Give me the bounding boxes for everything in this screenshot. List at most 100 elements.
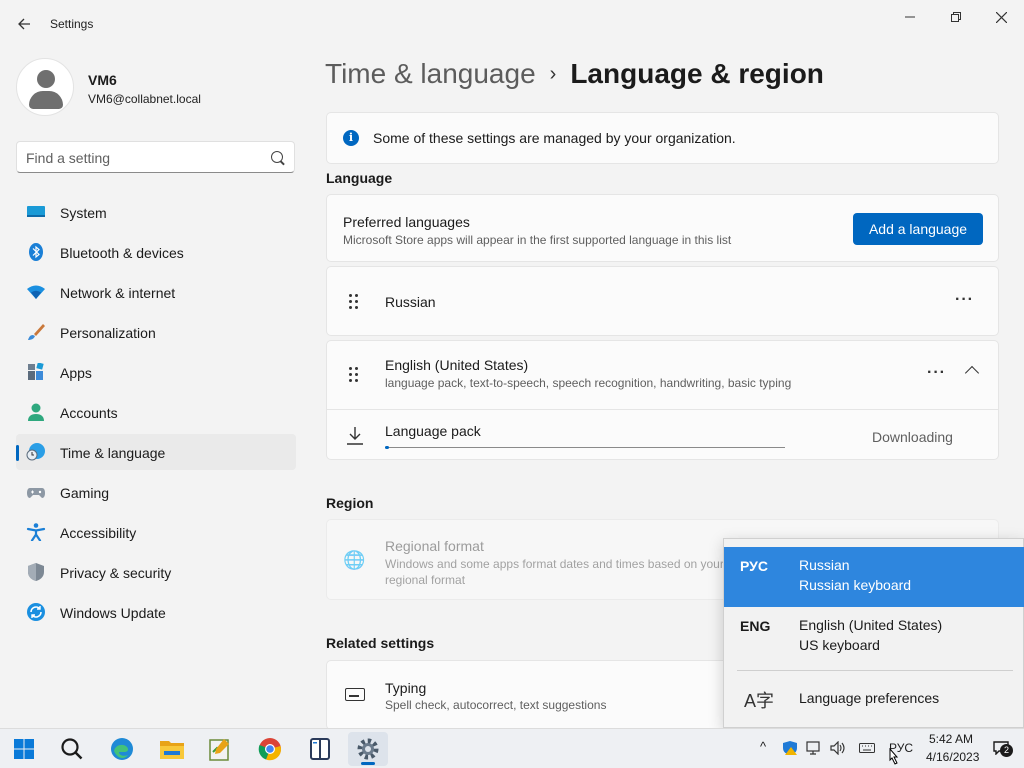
- keyboard-layout: US keyboard: [799, 637, 880, 653]
- bluetooth-icon: [29, 243, 43, 261]
- language-pack-label: Language pack: [385, 423, 481, 439]
- sidebar-item-label: Privacy & security: [60, 565, 172, 581]
- volume-icon[interactable]: [830, 741, 846, 755]
- language-features: language pack, text-to-speech, speech re…: [385, 376, 792, 390]
- managed-by-org-banner: i Some of these settings are managed by …: [326, 112, 999, 164]
- input-language-flyout: РУС Russian Russian keyboard ENG English…: [723, 538, 1024, 728]
- region-section-title: Region: [326, 495, 374, 511]
- regional-format-icon: 🌐: [343, 550, 366, 570]
- typing-title: Typing: [385, 680, 427, 696]
- start-icon[interactable]: [4, 732, 44, 766]
- breadcrumb-separator: ›: [549, 63, 557, 85]
- sidebar-item-label: Time & language: [60, 445, 166, 461]
- chevron-up-icon[interactable]: [964, 365, 980, 381]
- add-language-button[interactable]: Add a language: [853, 213, 983, 245]
- search-box[interactable]: [16, 141, 295, 173]
- language-name: Russian: [799, 557, 850, 573]
- more-options-icon[interactable]: ···: [955, 291, 974, 309]
- language-code: РУС: [740, 558, 768, 574]
- app-title: Settings: [50, 17, 94, 31]
- search-icon[interactable]: [271, 151, 283, 163]
- download-icon: [347, 427, 363, 445]
- sidebar-item-accounts[interactable]: Accounts: [16, 394, 296, 430]
- breadcrumb-parent[interactable]: Time & language: [325, 58, 536, 89]
- gamepad-icon: [27, 488, 45, 498]
- language-code: ENG: [740, 618, 771, 634]
- sidebar-item-label: Bluetooth & devices: [60, 245, 184, 261]
- shield-icon: [28, 563, 44, 581]
- typing-subtitle: Spell check, autocorrect, text suggestio…: [385, 698, 607, 712]
- notification-icon[interactable]: 2: [993, 741, 1013, 757]
- sidebar-item-gaming[interactable]: Gaming: [16, 474, 296, 510]
- sidebar-item-personalization[interactable]: Personalization: [16, 314, 296, 350]
- edge-icon[interactable]: [102, 732, 142, 766]
- info-banner-text: Some of these settings are managed by yo…: [373, 130, 736, 146]
- sidebar-item-network[interactable]: Network & internet: [16, 274, 296, 310]
- keyboard-icon: [345, 688, 365, 701]
- file-explorer-icon[interactable]: [152, 732, 192, 766]
- taskbar: ^ РУС 5:42 AM 4/16/2023 2: [0, 728, 1024, 768]
- maximize-icon[interactable]: [933, 6, 979, 28]
- notification-count: 2: [1000, 744, 1013, 757]
- clock-date[interactable]: 4/16/2023: [926, 750, 979, 764]
- wifi-icon: [27, 285, 45, 299]
- sidebar-item-label: Gaming: [60, 485, 110, 501]
- sidebar-item-time-language[interactable]: Time & language: [16, 434, 296, 470]
- title-bar: Settings: [0, 0, 1024, 48]
- download-progress-bar: [385, 446, 785, 449]
- accounts-icon: [28, 403, 44, 421]
- sidebar-item-label: Windows Update: [60, 605, 166, 621]
- accessibility-icon: [26, 523, 46, 541]
- preferred-languages-card: Preferred languages Microsoft Store apps…: [326, 194, 999, 262]
- close-icon[interactable]: [978, 6, 1024, 28]
- language-item-russian[interactable]: Russian ···: [326, 266, 999, 336]
- search-input[interactable]: [26, 148, 266, 168]
- security-shield-icon[interactable]: [782, 741, 798, 755]
- sidebar-item-privacy[interactable]: Privacy & security: [16, 554, 296, 590]
- network-icon[interactable]: [806, 741, 822, 755]
- search-icon[interactable]: [52, 732, 92, 766]
- sidebar-item-bluetooth[interactable]: Bluetooth & devices: [16, 234, 296, 270]
- time-language-icon: [26, 443, 45, 461]
- related-settings-title: Related settings: [326, 635, 435, 651]
- sidebar-item-accessibility[interactable]: Accessibility: [16, 514, 296, 550]
- language-name: English (United States): [385, 357, 529, 373]
- flyout-item-russian[interactable]: РУС Russian Russian keyboard: [724, 547, 1024, 607]
- update-icon: [27, 603, 45, 621]
- language-preferences-link[interactable]: Language preferences: [799, 690, 939, 706]
- drag-handle-icon[interactable]: [349, 294, 359, 310]
- language-section-title: Language: [326, 170, 393, 186]
- more-options-icon[interactable]: ···: [927, 364, 946, 382]
- sidebar-item-system[interactable]: System: [16, 194, 296, 230]
- sidebar-item-label: Accessibility: [60, 525, 137, 541]
- keyboard-layout: Russian keyboard: [799, 577, 912, 593]
- sidebar-item-label: System: [60, 205, 107, 221]
- notepad-icon[interactable]: [200, 732, 240, 766]
- download-status: Downloading: [872, 429, 953, 445]
- regional-format-title: Regional format: [385, 538, 484, 554]
- reader-icon[interactable]: [300, 732, 340, 766]
- drag-handle-icon[interactable]: [349, 367, 359, 383]
- minimize-icon[interactable]: [887, 6, 933, 28]
- info-icon: i: [343, 130, 359, 146]
- settings-window: Settings VM6 VM6@collabnet.local System …: [0, 0, 1024, 728]
- download-progress-fill: [385, 446, 389, 449]
- avatar[interactable]: [16, 58, 74, 116]
- user-email: VM6@collabnet.local: [88, 92, 201, 106]
- touch-keyboard-icon[interactable]: [859, 741, 875, 755]
- preferred-languages-subtitle: Microsoft Store apps will appear in the …: [343, 233, 732, 247]
- tray-overflow-chevron[interactable]: ^: [760, 739, 766, 754]
- apps-icon: [28, 363, 44, 380]
- back-arrow-icon[interactable]: [12, 12, 36, 36]
- language-item-english[interactable]: English (United States) language pack, t…: [326, 340, 999, 460]
- clock-time[interactable]: 5:42 AM: [929, 732, 973, 746]
- divider: [327, 409, 998, 410]
- chrome-icon[interactable]: [250, 732, 290, 766]
- flyout-item-english[interactable]: ENG English (United States) US keyboard: [724, 607, 1024, 667]
- mouse-cursor-icon: [889, 748, 899, 765]
- sidebar-item-windows-update[interactable]: Windows Update: [16, 594, 296, 630]
- settings-icon[interactable]: [348, 732, 388, 766]
- user-name: VM6: [88, 72, 117, 88]
- sidebar-item-apps[interactable]: Apps: [16, 354, 296, 390]
- page-title: Language & region: [570, 58, 824, 89]
